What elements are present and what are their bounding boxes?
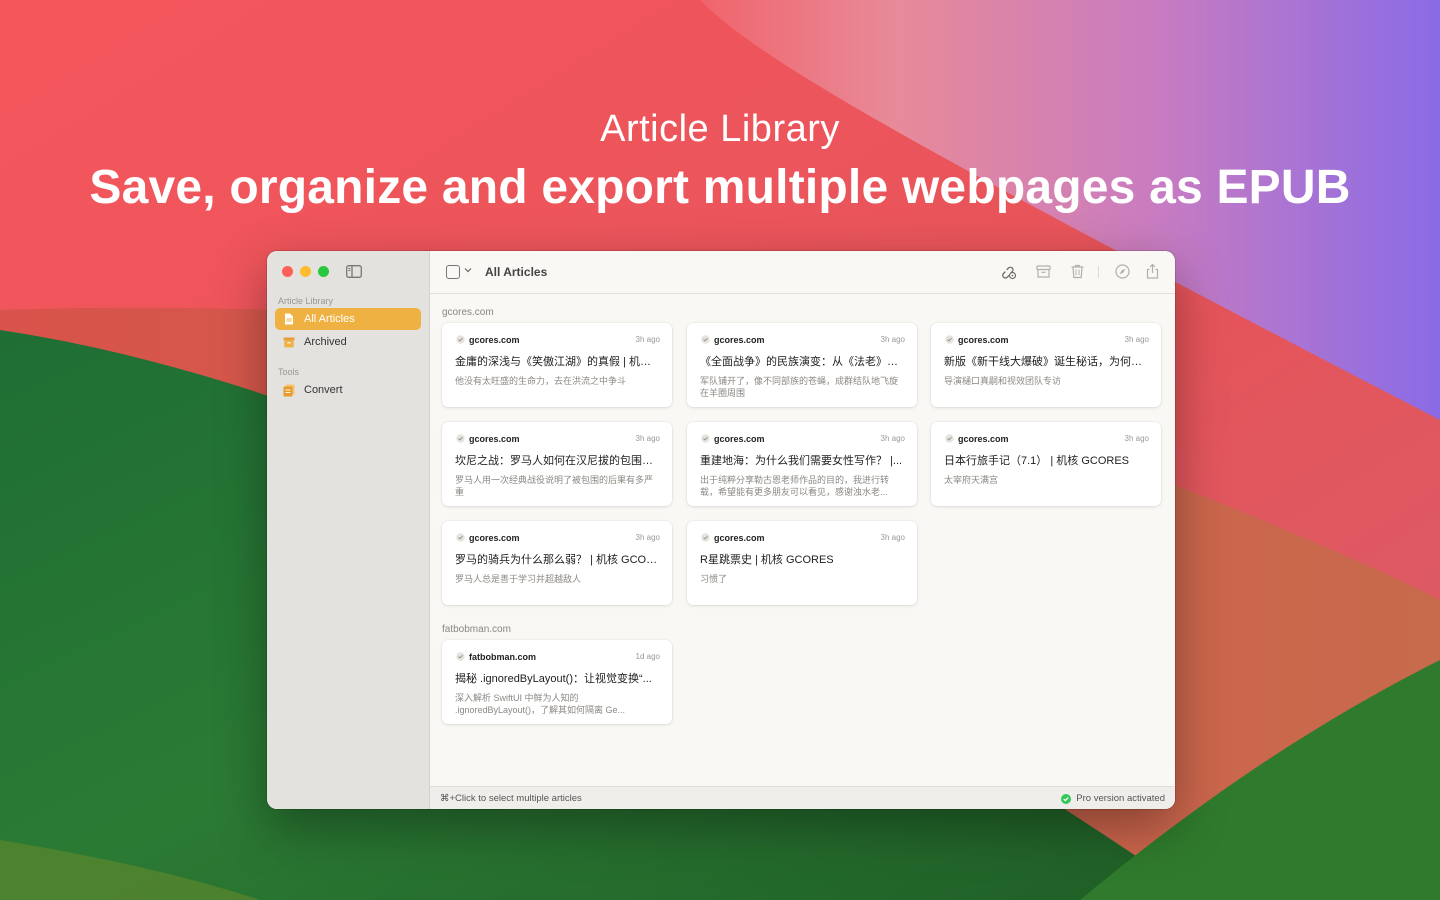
checkmark-icon[interactable] bbox=[701, 533, 710, 542]
article-card[interactable]: gcores.com 3h ago 罗马的骑兵为什么那么弱？ | 机核 GCORES… bbox=[442, 521, 672, 605]
article-time: 1d ago bbox=[635, 652, 660, 661]
sidebar-section-library: Article Library bbox=[278, 296, 334, 306]
sidebar-item-archived[interactable]: Archived bbox=[275, 331, 421, 353]
sidebar-item-label: All Articles bbox=[304, 313, 355, 325]
close-window-button[interactable] bbox=[282, 266, 293, 277]
article-title: 金庸的深浅与《笑傲江湖》的真假 | 机核 G... bbox=[455, 356, 660, 368]
article-description: 出于纯粹分享勒古恩老师作品的目的，我进行转载，希望能有更多朋友可以看见，感谢浊水… bbox=[700, 475, 890, 497]
article-card[interactable]: gcores.com 3h ago R星跳票史 | 机核 GCORES 习惯了 bbox=[687, 521, 917, 605]
zoom-window-button[interactable] bbox=[318, 266, 329, 277]
article-time: 3h ago bbox=[880, 533, 905, 542]
pro-status: Pro version activated bbox=[1061, 793, 1165, 804]
article-card[interactable]: gcores.com 3h ago 金庸的深浅与《笑傲江湖》的真假 | 机核 G..… bbox=[442, 323, 672, 407]
article-domain: gcores.com bbox=[958, 434, 1009, 444]
checkmark-icon[interactable] bbox=[701, 434, 710, 443]
article-description: 习惯了 bbox=[700, 574, 728, 584]
checkmark-badge-icon bbox=[1061, 793, 1072, 804]
pro-status-label: Pro version activated bbox=[1076, 793, 1165, 804]
chevron-down-icon[interactable] bbox=[464, 267, 472, 273]
article-domain: gcores.com bbox=[714, 434, 765, 444]
toolbar: All Articles bbox=[430, 251, 1175, 294]
article-title: 罗马的骑兵为什么那么弱？ | 机核 GCORES bbox=[455, 554, 660, 566]
article-time: 3h ago bbox=[1124, 335, 1149, 344]
article-description: 太宰府天满宫 bbox=[944, 475, 999, 485]
sidebar-item-label: Convert bbox=[304, 384, 343, 396]
article-description: 罗马人总是善于学习并超越敌人 bbox=[455, 574, 582, 584]
document-icon bbox=[282, 312, 296, 326]
article-domain: gcores.com bbox=[714, 533, 765, 543]
article-title: 坎尼之战：罗马人如何在汉尼拔的包围下... bbox=[455, 455, 660, 467]
group-label: gcores.com bbox=[442, 307, 494, 318]
toolbar-title: All Articles bbox=[485, 265, 548, 279]
article-description: 罗马人用一次经典战役说明了被包围的后果有多严重 bbox=[455, 475, 654, 497]
sidebar-section-tools: Tools bbox=[278, 367, 300, 377]
article-title: 揭秘 .ignoredByLayout()：让视觉变换“... bbox=[455, 673, 652, 685]
checkmark-icon[interactable] bbox=[945, 335, 954, 344]
sidebar-item-label: Archived bbox=[304, 336, 347, 348]
app-window: Article Library All Articles Archived To… bbox=[267, 251, 1175, 809]
checkmark-icon[interactable] bbox=[456, 335, 465, 344]
article-title: 新版《新干线大爆破》诞生秘话，为何选... bbox=[944, 356, 1149, 368]
checkmark-icon[interactable] bbox=[701, 335, 710, 344]
article-description: 深入解析 SwiftUI 中鲜为人知的 .ignoredByLayout()，了… bbox=[455, 693, 626, 715]
share-icon[interactable] bbox=[1144, 263, 1161, 280]
article-description: 他没有太旺盛的生命力，去在洪流之中争斗 bbox=[455, 376, 627, 386]
sidebar-item-all-articles[interactable]: All Articles bbox=[275, 308, 421, 330]
article-time: 3h ago bbox=[880, 335, 905, 344]
minimize-window-button[interactable] bbox=[300, 266, 311, 277]
article-domain: gcores.com bbox=[469, 335, 520, 345]
article-description: 军队铺开了，像不同部族的苍蝇，成群结队地飞旋在羊圈周围 bbox=[700, 376, 899, 398]
trash-icon[interactable] bbox=[1069, 263, 1086, 280]
article-domain: fatbobman.com bbox=[469, 652, 537, 662]
article-description: 导演樋口真嗣和视效团队专访 bbox=[944, 376, 1062, 386]
sidebar: Article Library All Articles Archived To… bbox=[267, 251, 430, 809]
archive-box-icon bbox=[282, 335, 296, 349]
article-time: 3h ago bbox=[635, 335, 660, 344]
sidebar-toggle-icon[interactable] bbox=[346, 265, 362, 278]
article-domain: gcores.com bbox=[958, 335, 1009, 345]
article-time: 3h ago bbox=[635, 533, 660, 542]
article-card[interactable]: gcores.com 3h ago 坎尼之战：罗马人如何在汉尼拔的包围下... 罗马人… bbox=[442, 422, 672, 506]
hero-subtitle: Article Library bbox=[600, 108, 840, 150]
group-label: fatbobman.com bbox=[442, 624, 511, 635]
select-all-checkbox[interactable] bbox=[446, 265, 460, 279]
article-grid: gcores.com fatbobman.com gcores.com 3h ag… bbox=[430, 294, 1175, 787]
article-time: 3h ago bbox=[880, 434, 905, 443]
article-domain: gcores.com bbox=[469, 434, 520, 444]
sidebar-item-convert[interactable]: Convert bbox=[275, 379, 421, 401]
article-card[interactable]: gcores.com 3h ago 日本行旅手记（7.1） | 机核 GCORES 太… bbox=[931, 422, 1161, 506]
link-gear-icon[interactable] bbox=[1000, 263, 1017, 280]
article-title: R星跳票史 | 机核 GCORES bbox=[700, 554, 834, 566]
toolbar-divider bbox=[1098, 266, 1099, 278]
article-card[interactable]: gcores.com 3h ago 重建地海：为什么我们需要女性写作？ |... 出于… bbox=[687, 422, 917, 506]
article-card[interactable]: gcores.com 3h ago 《全面战争》的民族演变：从《法老》到... 军队铺… bbox=[687, 323, 917, 407]
hero-title: Save, organize and export multiple webpa… bbox=[89, 161, 1351, 214]
checkmark-icon[interactable] bbox=[456, 533, 465, 542]
article-time: 3h ago bbox=[1124, 434, 1149, 443]
checkmark-icon[interactable] bbox=[456, 652, 465, 661]
status-hint: ⌘+Click to select multiple articles bbox=[440, 793, 582, 804]
compass-icon[interactable] bbox=[1114, 263, 1131, 280]
article-title: 重建地海：为什么我们需要女性写作？ |... bbox=[700, 455, 903, 467]
article-time: 3h ago bbox=[635, 434, 660, 443]
main-pane: All Articles gcores.com fatbobman.com gc… bbox=[430, 251, 1175, 809]
article-title: 日本行旅手记（7.1） | 机核 GCORES bbox=[944, 455, 1129, 467]
article-card[interactable]: gcores.com 3h ago 新版《新干线大爆破》诞生秘话，为何选... 导演樋… bbox=[931, 323, 1161, 407]
convert-icon bbox=[282, 383, 296, 397]
archive-icon[interactable] bbox=[1035, 263, 1052, 280]
article-title: 《全面战争》的民族演变：从《法老》到... bbox=[700, 356, 905, 368]
checkmark-icon[interactable] bbox=[945, 434, 954, 443]
article-card[interactable]: fatbobman.com 1d ago 揭秘 .ignoredByLayout()… bbox=[442, 640, 672, 724]
window-controls bbox=[282, 266, 329, 277]
article-domain: gcores.com bbox=[469, 533, 520, 543]
checkmark-icon[interactable] bbox=[456, 434, 465, 443]
status-bar: ⌘+Click to select multiple articles Pro … bbox=[430, 786, 1175, 809]
article-domain: gcores.com bbox=[714, 335, 765, 345]
